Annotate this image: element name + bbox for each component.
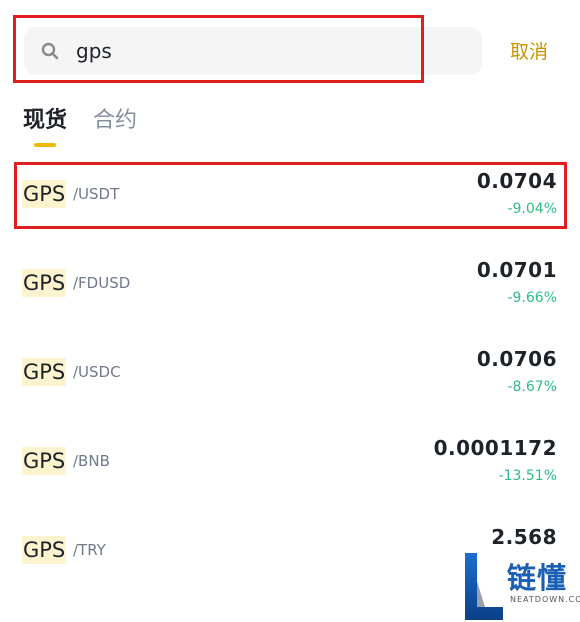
watermark-subtitle: NEATDOWN.COM: [510, 595, 580, 604]
quote-symbol: /BNB: [73, 452, 110, 470]
price: 0.0701: [476, 258, 557, 282]
list-item-gps-bnb[interactable]: GPS /BNB 0.0001172 -13.51%: [0, 429, 580, 518]
price-change: -8.67%: [507, 379, 557, 395]
base-symbol: GPS: [22, 269, 67, 297]
tab-futures[interactable]: 合约: [93, 102, 137, 134]
price: 0.0001172: [433, 436, 557, 460]
search-bar[interactable]: [24, 27, 482, 75]
list-item-gps-fdusd[interactable]: GPS /FDUSD 0.0701 -9.66%: [0, 251, 580, 340]
quote-symbol: /TRY: [73, 541, 106, 559]
watermark-logo: 链懂 NEATDOWN.COM: [463, 551, 580, 622]
price-change: -9.66%: [507, 290, 557, 306]
active-tab-indicator: [34, 143, 56, 147]
quote-symbol: /USDT: [73, 185, 120, 203]
price-change: -9.04%: [507, 201, 557, 217]
price-change: -13.51%: [498, 468, 557, 484]
base-symbol: GPS: [22, 180, 67, 208]
price: 2.568: [491, 525, 557, 549]
list-item-gps-usdt[interactable]: GPS /USDT 0.0704 -9.04%: [0, 162, 580, 251]
logo-mark-icon: [465, 553, 503, 620]
quote-symbol: /USDC: [73, 363, 121, 381]
watermark-title: 链懂: [507, 561, 568, 595]
base-symbol: GPS: [22, 358, 67, 386]
search-input[interactable]: [76, 27, 456, 75]
cancel-button[interactable]: 取消: [510, 37, 548, 64]
base-symbol: GPS: [22, 536, 67, 564]
search-icon: [41, 42, 59, 60]
quote-symbol: /FDUSD: [73, 274, 131, 292]
price: 0.0704: [476, 169, 557, 193]
base-symbol: GPS: [22, 447, 67, 475]
list-item-gps-usdc[interactable]: GPS /USDC 0.0706 -8.67%: [0, 340, 580, 429]
tab-spot[interactable]: 现货: [23, 102, 67, 134]
price: 0.0706: [476, 347, 557, 371]
